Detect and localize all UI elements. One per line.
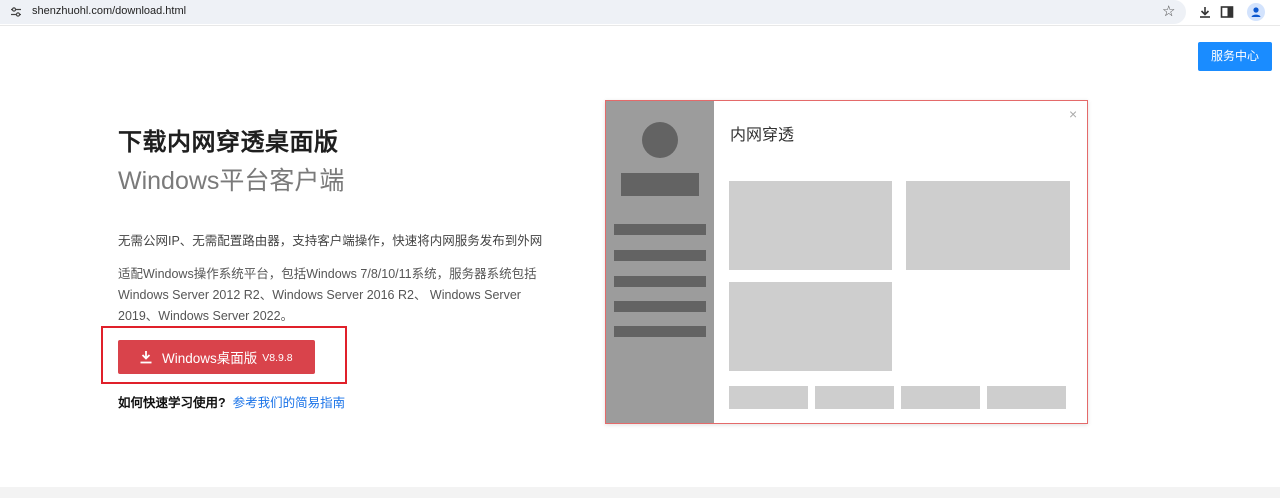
preview-avatar — [642, 122, 678, 158]
download-icon[interactable] — [1197, 4, 1213, 20]
preview-tile — [901, 386, 980, 409]
download-label: Windows桌面版 — [162, 351, 258, 366]
preview-tile — [729, 386, 808, 409]
app-preview-illustration: 内网穿透 × — [605, 100, 1088, 424]
profile-icon[interactable] — [1247, 3, 1265, 21]
howto-question: 如何快速学习使用? — [118, 396, 226, 410]
download-version: V8.9.8 — [262, 352, 293, 364]
preview-card — [729, 181, 892, 270]
preview-sidebar — [606, 101, 714, 423]
guide-link[interactable]: 参考我们的简易指南 — [233, 396, 346, 410]
preview-menu-item — [614, 301, 706, 312]
service-center-button[interactable]: 服务中心 — [1198, 42, 1272, 71]
preview-menu-item — [614, 326, 706, 337]
close-icon: × — [1069, 106, 1078, 122]
page-subtitle: Windows平台客户端 — [118, 167, 345, 195]
tune-icon[interactable] — [10, 6, 22, 18]
preview-name-bar — [621, 173, 699, 196]
footer-band — [0, 487, 1280, 498]
preview-title: 内网穿透 — [730, 127, 795, 144]
windows-download-button[interactable]: Windows桌面版 V8.9.8 — [118, 340, 315, 374]
star-icon[interactable]: ☆ — [1162, 3, 1175, 21]
side-panel-icon[interactable] — [1219, 4, 1235, 20]
description-compat: 适配Windows操作系统平台，包括Windows 7/8/10/11系统，服务… — [118, 267, 537, 323]
preview-menu-item — [614, 224, 706, 235]
preview-menu-item — [614, 276, 706, 287]
preview-card — [906, 181, 1070, 270]
download-arrow-icon — [140, 351, 152, 364]
preview-tile — [987, 386, 1066, 409]
page-title: 下载内网穿透桌面版 — [118, 129, 339, 156]
description-intro: 无需公网IP、无需配置路由器，支持客户端操作，快速将内网服务发布到外网 — [118, 234, 543, 248]
preview-card — [729, 282, 892, 371]
url-text[interactable]: shenzhuohl.com/download.html — [32, 5, 186, 17]
browser-toolbar: shenzhuohl.com/download.html ☆ — [0, 0, 1280, 26]
howto-line: 如何快速学习使用? 参考我们的简易指南 — [118, 392, 345, 411]
address-bar[interactable]: shenzhuohl.com/download.html — [0, 0, 1186, 24]
preview-tile — [815, 386, 894, 409]
preview-menu-item — [614, 250, 706, 261]
